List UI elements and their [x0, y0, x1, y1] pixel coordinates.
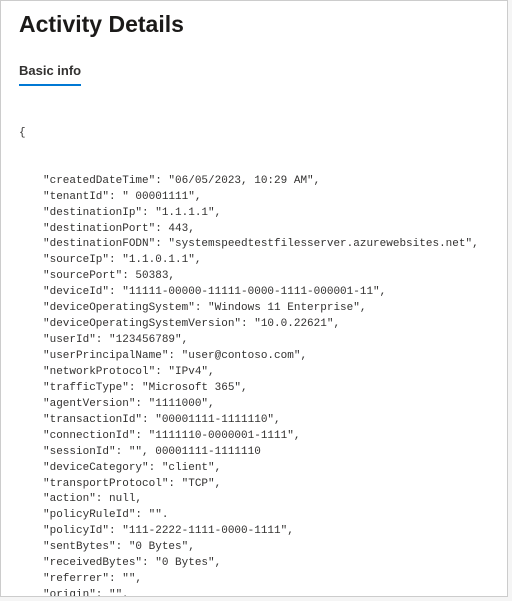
json-line: "receivedBytes": "0 Bytes", [19, 556, 489, 572]
json-open-brace: { [19, 126, 489, 142]
json-line: "origin": "", [19, 588, 489, 596]
json-line: "destinationIp": "1.1.1.1", [19, 206, 489, 222]
json-line: "sessionId": "", 00001111-1111110 [19, 445, 489, 461]
tabs-container: Basic info [1, 46, 507, 86]
json-line: "sourcePort": 50383, [19, 269, 489, 285]
json-line: "policyId": "111-2222-1111-0000-1111", [19, 524, 489, 540]
json-line: "userPrincipalName": "user@contoso.com", [19, 349, 489, 365]
tab-basic-info[interactable]: Basic info [19, 63, 81, 86]
json-line: "agentVersion": "1111000", [19, 397, 489, 413]
json-line: "policyRuleId": "". [19, 508, 489, 524]
json-line: "tenantId": " 00001111", [19, 190, 489, 206]
json-line: "destinationFODN": "systemspeedtestfiles… [19, 237, 489, 253]
panel-header: Activity Details [1, 1, 507, 46]
activity-details-panel: Activity Details Basic info { "createdDa… [0, 0, 508, 597]
json-line: "destinationPort": 443, [19, 222, 489, 238]
json-line: "deviceOperatingSystem": "Windows 11 Ent… [19, 301, 489, 317]
json-line: "deviceId": "11111-00000-11111-0000-1111… [19, 285, 489, 301]
json-line: "transactionId": "00001111-1111110", [19, 413, 489, 429]
json-line: "action": null, [19, 492, 489, 508]
json-line: "trafficType": "Microsoft 365", [19, 381, 489, 397]
json-line: "deviceCategory": "client", [19, 461, 489, 477]
json-body: { "createdDateTime": "06/05/2023, 10:29 … [1, 86, 507, 596]
json-line: "deviceOperatingSystemVersion": "10.0.22… [19, 317, 489, 333]
json-line: "referrer": "", [19, 572, 489, 588]
json-line: "userId": "123456789", [19, 333, 489, 349]
json-line: "transportProtocol": "TCP", [19, 477, 489, 493]
json-line: "connectionId": "1111110-0000001-1111", [19, 429, 489, 445]
json-line: "createdDateTime": "06/05/2023, 10:29 AM… [19, 174, 489, 190]
json-line: "networkProtocol": "IPv4", [19, 365, 489, 381]
json-lines: "createdDateTime": "06/05/2023, 10:29 AM… [19, 174, 489, 596]
page-title: Activity Details [19, 11, 489, 38]
json-line: "sourceIp": "1.1.0.1.1", [19, 253, 489, 269]
json-line: "sentBytes": "0 Bytes", [19, 540, 489, 556]
